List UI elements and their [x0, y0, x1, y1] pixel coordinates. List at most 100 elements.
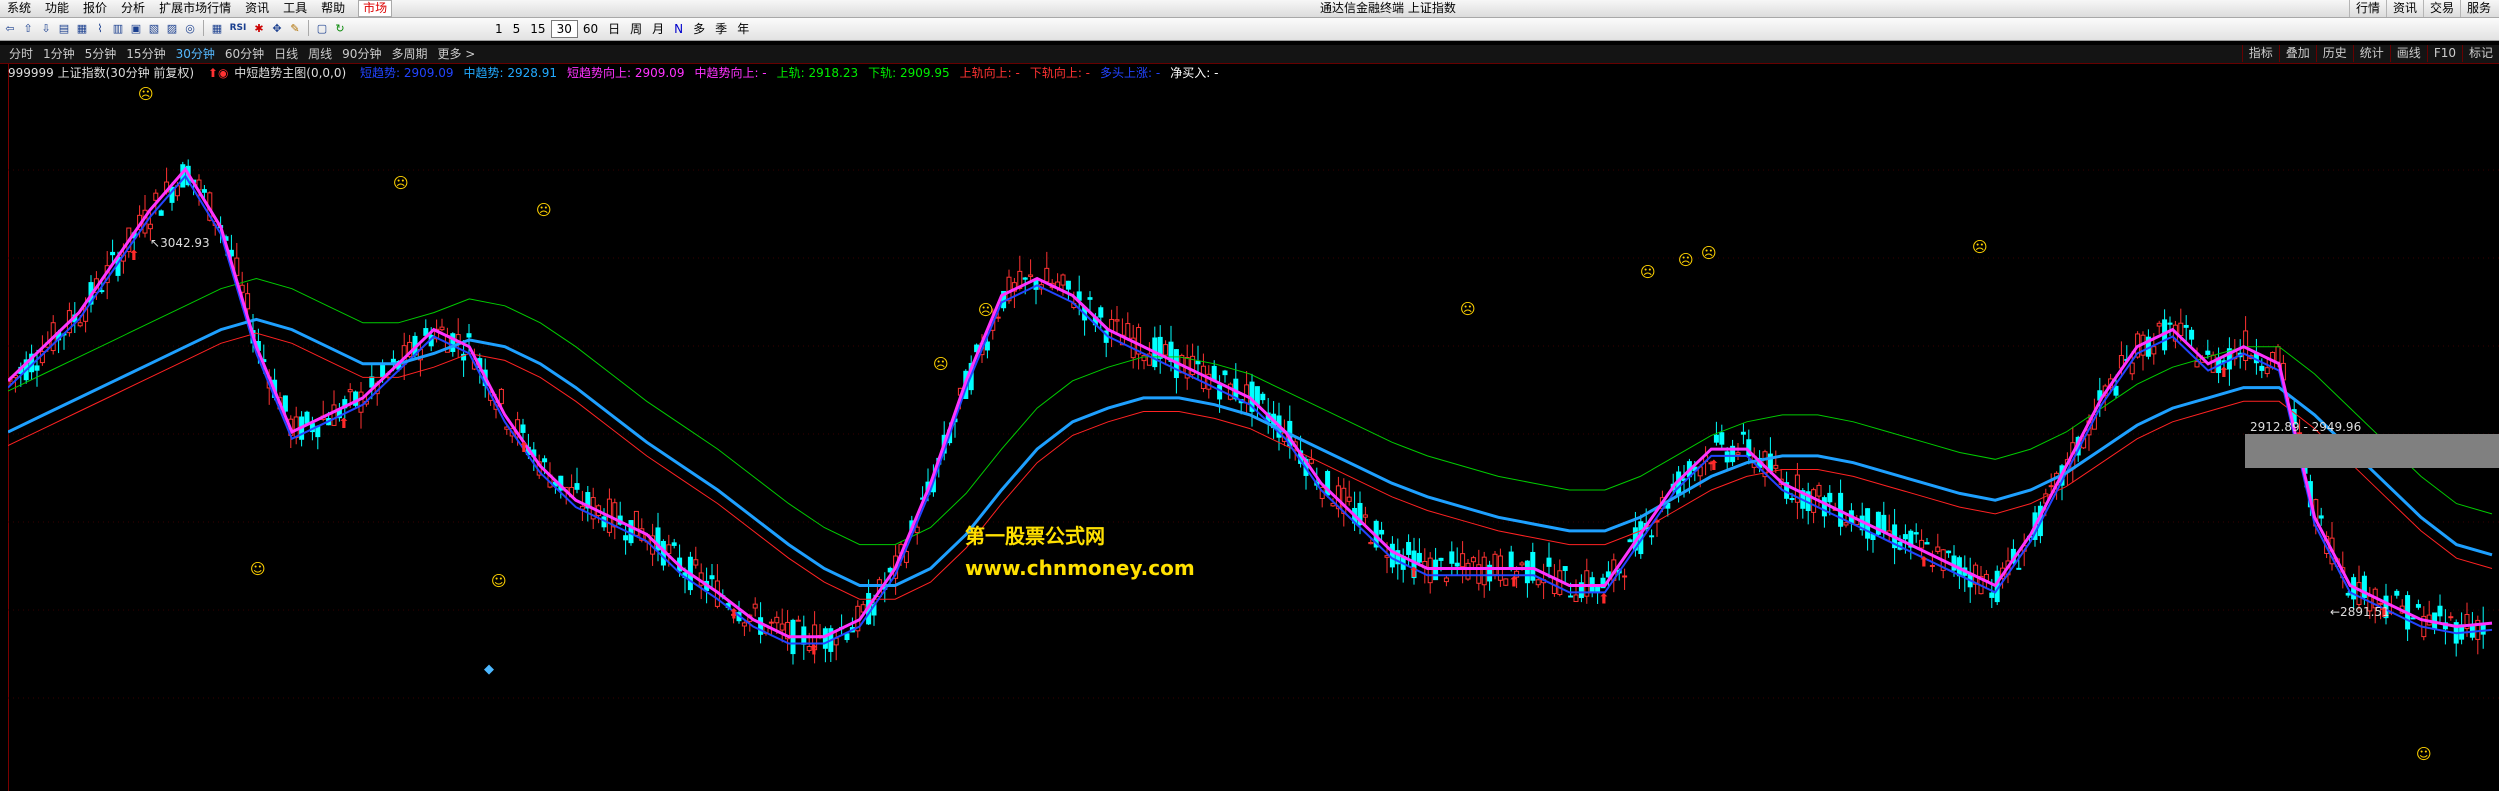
tab-period-9[interactable]: 多周期 — [386, 45, 432, 63]
period-tabs: 分时 1分钟 5分钟 15分钟 30分钟 60分钟 日线 周线 90分钟 多周期 更多 > — [4, 45, 480, 63]
period-button-7[interactable]: 月 — [647, 20, 669, 38]
candle-body — [1821, 497, 1827, 517]
menu-item-6[interactable]: 工具 — [276, 0, 314, 17]
toolbar-icons: ⇦ ⇧ ⇩ ▤ ▦ ⌇ ▥ ▣ ▧ ▨ ◎ ▦ RSI ✱ ✥ ✎ ▢ ↻ — [2, 20, 348, 36]
candle-body — [1935, 546, 1941, 552]
candle-body — [158, 210, 164, 216]
period-icon[interactable]: ▢ — [314, 20, 330, 36]
sheet-icon[interactable]: ▨ — [164, 20, 180, 36]
kline-icon[interactable]: ▥ — [110, 20, 126, 36]
menu-bar: 系统 功能 报价 分析 扩展市场行情 资讯 工具 帮助 市场 通达信金融终端 上证指数 行情 资讯… — [0, 0, 2499, 18]
candle-body — [77, 322, 83, 327]
tab-function-6[interactable]: 标记 — [2461, 45, 2499, 62]
kline-chart[interactable]: ⬆⬆⬆⬆⬆⬆⬆⬆⬆⬆⬆⬆ — [8, 82, 2499, 791]
top-right-menu-3[interactable]: 服务 — [2459, 0, 2497, 17]
candle-body — [1454, 562, 1460, 567]
menu-item-7[interactable]: 帮助 — [314, 0, 352, 17]
candle-body — [1163, 344, 1169, 356]
candle-body — [1573, 594, 1579, 603]
diamond-icon: ◆ — [484, 662, 494, 677]
alert-icon[interactable]: ✱ — [251, 20, 267, 36]
fund-icon[interactable]: ▣ — [128, 20, 144, 36]
tab-period-1[interactable]: 1分钟 — [38, 45, 80, 63]
draw-pen-icon[interactable]: ✎ — [287, 20, 303, 36]
tab-function-2[interactable]: 历史 — [2315, 45, 2353, 62]
report-icon[interactable]: ▧ — [146, 20, 162, 36]
top-right-menu-2[interactable]: 交易 — [2422, 0, 2460, 17]
candle-body — [1443, 577, 1449, 583]
circle-icon[interactable]: ◎ — [182, 20, 198, 36]
market-button[interactable]: 市场 — [358, 0, 393, 17]
menu-item-0[interactable]: 系统 — [0, 0, 38, 17]
candle-body — [1562, 566, 1568, 571]
tab-period-2[interactable]: 5分钟 — [80, 45, 122, 63]
right-menu: 行情 资讯 交易 服务 — [2348, 0, 2497, 17]
top-right-menu-0[interactable]: 行情 — [2348, 0, 2386, 17]
period-button-2[interactable]: 15 — [525, 20, 550, 38]
candle-body — [1141, 354, 1147, 362]
period-button-10[interactable]: 季 — [710, 20, 732, 38]
price-range-label: 2912.89 - 2949.96 — [2250, 420, 2362, 434]
menu-item-1[interactable]: 功能 — [38, 0, 76, 17]
candle-body — [1627, 539, 1633, 543]
candle-body — [1460, 553, 1466, 568]
period-button-4[interactable]: 60 — [578, 20, 603, 38]
down-icon[interactable]: ⇩ — [38, 20, 54, 36]
candle-body — [1098, 307, 1104, 318]
tab-function-3[interactable]: 统计 — [2352, 45, 2390, 62]
candle-body — [358, 391, 364, 413]
period-button-9[interactable]: 多 — [688, 20, 710, 38]
candle-body — [99, 290, 105, 293]
refresh-icon[interactable]: ↻ — [332, 20, 348, 36]
tab-period-3[interactable]: 15分钟 — [121, 45, 170, 63]
buy-arrow-icon: ⬆ — [518, 440, 530, 456]
period-button-1[interactable]: 5 — [508, 20, 526, 38]
candle-body — [633, 510, 639, 536]
legend-field-5: 下轨: 2909.95 — [868, 66, 950, 80]
menu-item-2[interactable]: 报价 — [76, 0, 114, 17]
low-price-label: ←2891.51 — [2330, 605, 2390, 619]
tab-period-10[interactable]: 更多 > — [432, 45, 480, 63]
period-button-11[interactable]: 年 — [732, 20, 754, 38]
tab-function-4[interactable]: 画线 — [2389, 45, 2427, 62]
buy-arrow-icon: ⬆ — [338, 416, 350, 432]
tab-function-1[interactable]: 叠加 — [2278, 45, 2316, 62]
period-tab-bar: 分时 1分钟 5分钟 15分钟 30分钟 60分钟 日线 周线 90分钟 多周期 更多 > 指标 叠加… — [0, 45, 2499, 64]
tab-period-5[interactable]: 60分钟 — [220, 45, 269, 63]
tab-function-0[interactable]: 指标 — [2241, 45, 2279, 62]
up-icon[interactable]: ⇧ — [20, 20, 36, 36]
tab-function-5[interactable]: F10 — [2426, 45, 2462, 62]
menu-item-4[interactable]: 扩展市场行情 — [152, 0, 238, 17]
tab-period-4[interactable]: 30分钟 — [171, 45, 220, 63]
grid-icon[interactable]: ▦ — [74, 20, 90, 36]
tab-period-7[interactable]: 周线 — [303, 45, 337, 63]
candle-body — [1535, 579, 1541, 586]
menu-item-3[interactable]: 分析 — [114, 0, 152, 17]
candle-body — [1989, 592, 1995, 598]
period-button-6[interactable]: 周 — [625, 20, 647, 38]
candle-body — [2264, 367, 2270, 375]
period-button-3[interactable]: 30 — [550, 20, 578, 38]
tab-period-6[interactable]: 日线 — [269, 45, 303, 63]
sad-face-icon: ☹ — [933, 355, 949, 373]
candle-body — [1195, 360, 1201, 365]
candle-body — [1028, 274, 1034, 277]
tab-period-0[interactable]: 分时 — [4, 45, 38, 63]
quote-list-icon[interactable]: ▤ — [56, 20, 72, 36]
crosshair-icon[interactable]: ✥ — [269, 20, 285, 36]
period-button-0[interactable]: 1 — [490, 20, 508, 38]
indicator-name[interactable]: 中短趋势主图(0,0,0) — [234, 66, 346, 80]
rsi-icon[interactable]: RSI — [227, 20, 249, 36]
candle-body — [2048, 485, 2054, 488]
top-right-menu-1[interactable]: 资讯 — [2385, 0, 2423, 17]
sad-face-icon: ☹ — [1972, 238, 1988, 256]
tab-period-8[interactable]: 90分钟 — [337, 45, 386, 63]
legend-field-1: 中趋势: 2928.91 — [463, 66, 557, 80]
multi-chart-icon[interactable]: ▦ — [209, 20, 225, 36]
back-icon[interactable]: ⇦ — [2, 20, 18, 36]
menu-item-5[interactable]: 资讯 — [238, 0, 276, 17]
candle-body — [1260, 393, 1266, 401]
period-button-5[interactable]: 日 — [603, 20, 625, 38]
line-chart-icon[interactable]: ⌇ — [92, 20, 108, 36]
period-button-8[interactable]: N — [669, 20, 688, 38]
